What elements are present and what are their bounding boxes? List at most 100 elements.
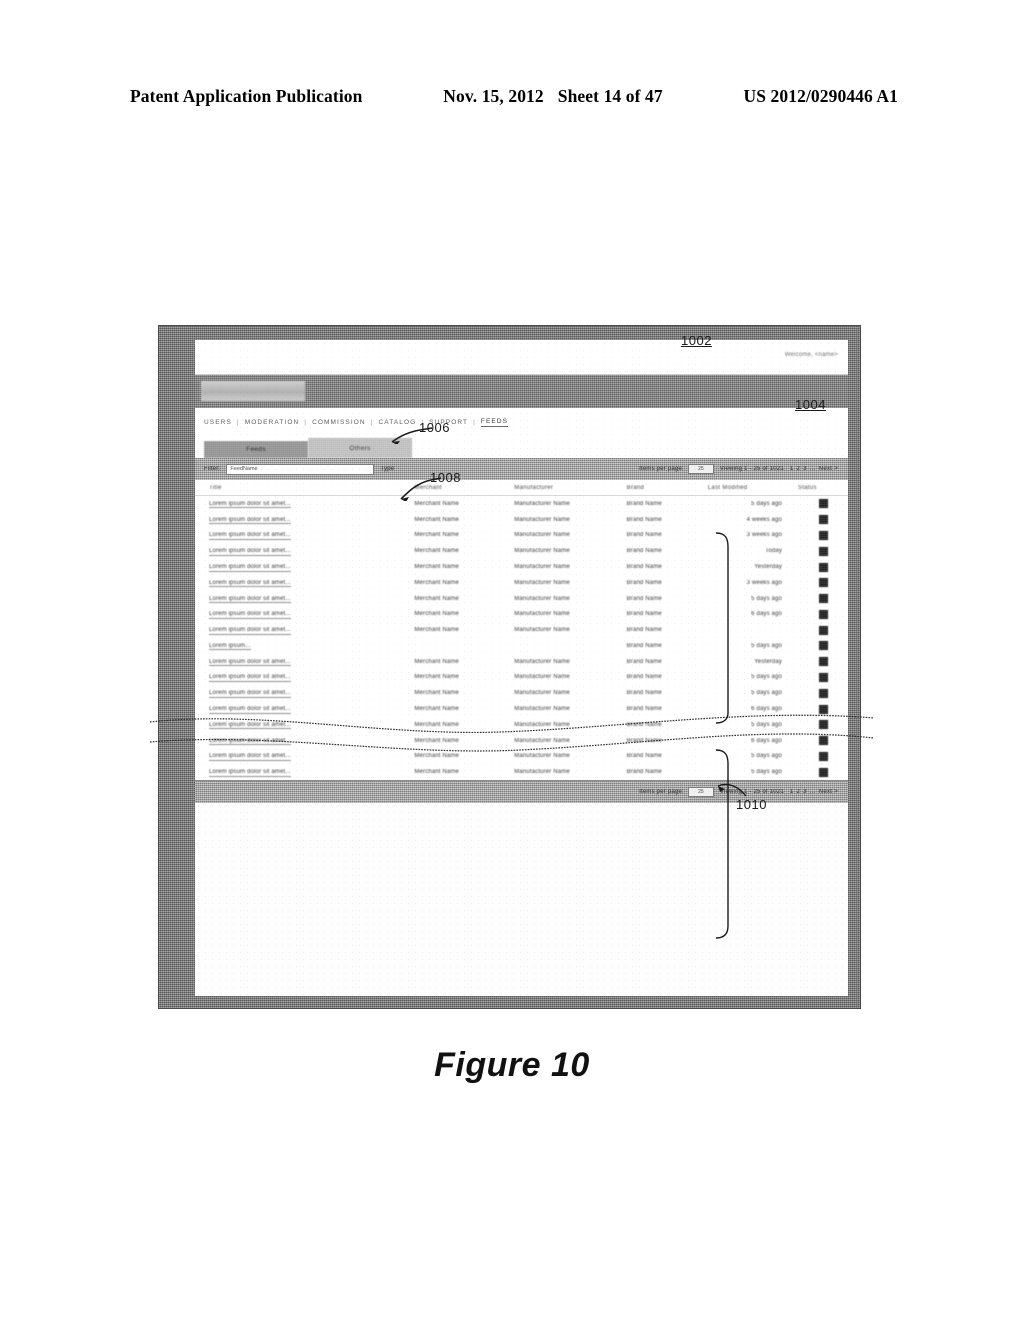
filter-input[interactable]: FeedName [226,463,375,475]
status-icon[interactable] [818,530,828,540]
pager-next-bottom[interactable]: Next > [819,789,838,795]
cell-status[interactable] [798,606,848,622]
title-link[interactable]: Lorem ipsum dolor sit amet... [209,532,291,540]
nav-item-commission[interactable]: COMMISSION [312,419,366,426]
cell-title[interactable]: Lorem ipsum dolor sit amet... [195,733,414,749]
pager-page-2-bottom[interactable]: 2 [797,789,801,795]
title-link[interactable]: Lorem ipsum dolor sit amet... [209,769,291,777]
cell-status[interactable] [798,733,848,749]
table-row[interactable]: Lorem ipsum... Brand Name 5 days ago [195,638,848,654]
cell-status[interactable] [798,670,848,686]
cell-title[interactable]: Lorem ipsum dolor sit amet... [195,749,414,765]
status-icon[interactable] [818,515,828,525]
pager-page-3[interactable]: 3 [803,466,807,472]
cell-status[interactable] [798,543,848,559]
title-link[interactable]: Lorem ipsum dolor sit amet... [209,564,291,572]
pager-next[interactable]: Next > [819,466,838,472]
table-row[interactable]: Lorem ipsum dolor sit amet... Merchant Na… [195,496,848,512]
cell-title[interactable]: Lorem ipsum dolor sit amet... [195,528,414,544]
title-link[interactable]: Lorem ipsum dolor sit amet... [209,516,291,525]
cell-title[interactable]: Lorem ipsum dolor sit amet... [195,591,414,607]
table-row[interactable]: Lorem ipsum dolor sit amet... Merchant Na… [195,764,848,780]
cell-title[interactable]: Lorem ipsum dolor sit amet... [195,701,414,717]
cell-title[interactable]: Lorem ipsum dolor sit amet... [195,559,414,575]
pager-page-2[interactable]: 2 [797,466,801,472]
pager-page-1-bottom[interactable]: 1 [790,789,794,795]
title-link[interactable]: Lorem ipsum dolor sit amet... [209,753,291,761]
status-icon[interactable] [818,578,828,588]
title-link[interactable]: Lorem ipsum dolor sit amet... [209,611,291,619]
cell-title[interactable]: Lorem ipsum dolor sit amet... [195,654,414,670]
table-row[interactable]: Lorem ipsum dolor sit amet... Merchant Na… [195,670,848,686]
table-row[interactable]: Lorem ipsum dolor sit amet... Merchant Na… [195,701,848,717]
nav-item-users[interactable]: USERS [204,419,232,426]
table-row[interactable]: Lorem ipsum dolor sit amet... Merchant Na… [195,749,848,765]
status-icon[interactable] [818,767,828,777]
status-icon[interactable] [818,594,828,604]
status-icon[interactable] [818,751,828,761]
cell-status[interactable] [798,717,848,733]
status-icon[interactable] [818,609,828,619]
cell-status[interactable] [798,559,848,575]
column-header-brand[interactable]: Brand [626,480,708,496]
cell-status[interactable] [798,749,848,765]
cell-status[interactable] [798,685,848,701]
pager-page-1[interactable]: 1 [790,466,794,472]
title-link[interactable]: Lorem ipsum dolor sit amet... [209,674,291,682]
table-row[interactable]: Lorem ipsum dolor sit amet... Merchant Na… [195,685,848,701]
cell-title[interactable]: Lorem ipsum dolor sit amet... [195,606,414,622]
status-icon[interactable] [818,672,828,682]
title-link[interactable]: Lorem ipsum... [209,642,251,651]
cell-status[interactable] [798,654,848,670]
status-icon[interactable] [818,625,828,635]
nav-item-moderation[interactable]: MODERATION [245,419,300,426]
title-link[interactable]: Lorem ipsum dolor sit amet... [209,627,291,635]
cell-title[interactable]: Lorem ipsum dolor sit amet... [195,496,414,512]
site-logo[interactable] [201,381,305,401]
status-icon[interactable] [818,546,828,556]
status-icon[interactable] [818,499,828,509]
cell-status[interactable] [798,622,848,638]
table-row[interactable]: Lorem ipsum dolor sit amet... Merchant Na… [195,622,848,638]
cell-title[interactable]: Lorem ipsum dolor sit amet... [195,512,414,528]
table-row[interactable]: Lorem ipsum dolor sit amet... Merchant Na… [195,575,848,591]
column-header-status[interactable]: Status [798,480,848,496]
status-icon[interactable] [818,688,828,698]
column-header-last-modified[interactable]: Last Modified [707,480,799,496]
nav-item-catalog[interactable]: CATALOG [379,419,417,426]
cell-title[interactable]: Lorem ipsum dolor sit amet... [195,717,414,733]
title-link[interactable]: Lorem ipsum dolor sit amet... [209,721,291,730]
pager-page-3-bottom[interactable]: 3 [803,789,807,795]
cell-status[interactable] [798,496,848,512]
status-icon[interactable] [818,704,828,714]
title-link[interactable]: Lorem ipsum dolor sit amet... [209,579,291,588]
title-link[interactable]: Lorem ipsum dolor sit amet... [209,706,291,714]
cell-title[interactable]: Lorem ipsum dolor sit amet... [195,764,414,780]
tab-feeds[interactable]: Feeds [204,441,308,458]
cell-status[interactable] [798,528,848,544]
cell-status[interactable] [798,512,848,528]
filter-type-label[interactable]: Type [380,466,394,472]
status-icon[interactable] [818,657,828,667]
tab-others[interactable]: Others [308,438,412,458]
items-per-page-select[interactable]: 25 [687,464,714,474]
table-row[interactable]: Lorem ipsum dolor sit amet... Merchant Na… [195,654,848,670]
title-link[interactable]: Lorem ipsum dolor sit amet... [209,595,291,604]
cell-title[interactable]: Lorem ipsum dolor sit amet... [195,622,414,638]
cell-title[interactable]: Lorem ipsum dolor sit amet... [195,575,414,591]
column-header-title[interactable]: Title [195,480,415,496]
title-link[interactable]: Lorem ipsum dolor sit amet... [209,658,291,667]
table-row[interactable]: Lorem ipsum dolor sit amet... Merchant Na… [195,606,848,622]
status-icon[interactable] [818,736,828,746]
title-link[interactable]: Lorem ipsum dolor sit amet... [209,548,291,556]
cell-status[interactable] [798,638,848,654]
table-row[interactable]: Lorem ipsum dolor sit amet... Merchant Na… [195,717,848,733]
column-header-manufacturer[interactable]: Manufacturer [514,480,627,496]
cell-title[interactable]: Lorem ipsum dolor sit amet... [195,543,414,559]
status-icon[interactable] [818,720,828,730]
cell-status[interactable] [798,764,848,780]
table-row[interactable]: Lorem ipsum dolor sit amet... Merchant Na… [195,512,848,528]
title-link[interactable]: Lorem ipsum dolor sit amet... [209,690,291,698]
table-row[interactable]: Lorem ipsum dolor sit amet... Merchant Na… [195,733,848,749]
title-link[interactable]: Lorem ipsum dolor sit amet... [209,500,291,509]
